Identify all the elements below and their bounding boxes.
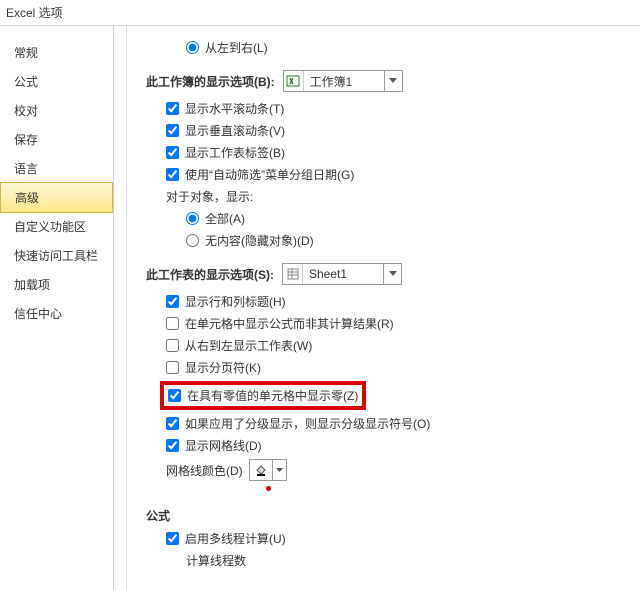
sidebar-item-customize-ribbon[interactable]: 自定义功能区 <box>0 212 113 241</box>
row-gridline-color: 网格线颜色(D) <box>166 459 636 481</box>
chk-autofilter-dates[interactable] <box>166 168 179 181</box>
lbl-rtl-sheet: 从右到左显示工作表(W) <box>185 337 312 354</box>
radio-objects-all[interactable] <box>186 212 199 225</box>
content-panel: 从左到右(L) 此工作簿的显示选项(B): 工作簿1 显示水平滚动条(T) 显示… <box>114 26 640 590</box>
combo-worksheet[interactable]: Sheet1 <box>282 263 402 285</box>
lbl-page-breaks: 显示分页符(K) <box>185 359 261 376</box>
combo-worksheet-text: Sheet1 <box>303 267 383 281</box>
gridline-color-button[interactable] <box>249 459 287 481</box>
sidebar-item-general[interactable]: 常规 <box>0 38 113 67</box>
chevron-down-icon[interactable] <box>272 460 286 480</box>
sidebar-item-proofing[interactable]: 校对 <box>0 96 113 125</box>
lbl-objects-none: 无内容(隐藏对象)(D) <box>205 232 314 249</box>
divider <box>126 26 127 590</box>
sidebar-item-addins[interactable]: 加载项 <box>0 270 113 299</box>
main: 常规 公式 校对 保存 语言 高级 自定义功能区 快速访问工具栏 加载项 信任中… <box>0 25 640 590</box>
chk-show-formulas[interactable] <box>166 317 179 330</box>
lbl-show-zero: 在具有零值的单元格中显示零(Z) <box>187 387 358 404</box>
sidebar-item-advanced[interactable]: 高级 <box>0 182 113 213</box>
label-worksheet-section: 此工作表的显示选项(S): <box>146 266 274 283</box>
red-dot-icon <box>266 486 271 491</box>
lbl-gridline-color: 网格线颜色(D) <box>166 462 243 479</box>
combo-workbook[interactable]: 工作簿1 <box>283 70 403 92</box>
chk-multithread[interactable] <box>166 532 179 545</box>
section-formulas-title: 公式 <box>146 507 636 524</box>
chk-sheettabs[interactable] <box>166 146 179 159</box>
chevron-down-icon[interactable] <box>383 264 401 284</box>
sidebar-item-quick-access[interactable]: 快速访问工具栏 <box>0 241 113 270</box>
section-workbook: 此工作簿的显示选项(B): 工作簿1 <box>146 70 636 92</box>
lbl-sheettabs: 显示工作表标签(B) <box>185 144 285 161</box>
chk-rtl-sheet[interactable] <box>166 339 179 352</box>
excel-icon <box>284 71 304 91</box>
lbl-autofilter-dates: 使用“自动筛选”菜单分组日期(G) <box>185 166 354 183</box>
lbl-show-formulas: 在单元格中显示公式而非其计算结果(R) <box>185 315 394 332</box>
radio-objects-none[interactable] <box>186 234 199 247</box>
chk-outline-symbols[interactable] <box>166 417 179 430</box>
sidebar-item-save[interactable]: 保存 <box>0 125 113 154</box>
lbl-thread-count: 计算线程数 <box>186 552 636 569</box>
row-default-direction: 从左到右(L) <box>186 39 636 56</box>
chk-page-breaks[interactable] <box>166 361 179 374</box>
section-worksheet: 此工作表的显示选项(S): Sheet1 <box>146 263 636 285</box>
sidebar-item-formulas[interactable]: 公式 <box>0 67 113 96</box>
lbl-objects-all: 全部(A) <box>205 210 245 227</box>
chk-gridlines[interactable] <box>166 439 179 452</box>
combo-workbook-text: 工作簿1 <box>304 73 384 90</box>
radio-left-to-right[interactable] <box>186 41 199 54</box>
paint-bucket-icon <box>250 463 272 477</box>
label-workbook-section: 此工作簿的显示选项(B): <box>146 73 275 90</box>
lbl-multithread: 启用多线程计算(U) <box>185 530 286 547</box>
sheet-icon <box>283 264 303 284</box>
chk-hscroll[interactable] <box>166 102 179 115</box>
chk-vscroll[interactable] <box>166 124 179 137</box>
label-left-to-right: 从左到右(L) <box>205 39 268 56</box>
lbl-hscroll: 显示水平滚动条(T) <box>185 100 284 117</box>
sidebar-item-trust-center[interactable]: 信任中心 <box>0 299 113 328</box>
lbl-outline-symbols: 如果应用了分级显示，则显示分级显示符号(O) <box>185 415 430 432</box>
lbl-gridlines: 显示网格线(D) <box>185 437 262 454</box>
highlight-show-zero: 在具有零值的单元格中显示零(Z) <box>160 381 366 410</box>
chevron-down-icon[interactable] <box>384 71 402 91</box>
lbl-row-col-headers: 显示行和列标题(H) <box>185 293 286 310</box>
lbl-vscroll: 显示垂直滚动条(V) <box>185 122 285 139</box>
label-objects: 对于对象，显示: <box>166 188 636 205</box>
chk-row-col-headers[interactable] <box>166 295 179 308</box>
chk-show-zero[interactable] <box>168 389 181 402</box>
sidebar: 常规 公式 校对 保存 语言 高级 自定义功能区 快速访问工具栏 加载项 信任中… <box>0 26 114 590</box>
sidebar-item-language[interactable]: 语言 <box>0 154 113 183</box>
window-title: Excel 选项 <box>0 0 640 25</box>
